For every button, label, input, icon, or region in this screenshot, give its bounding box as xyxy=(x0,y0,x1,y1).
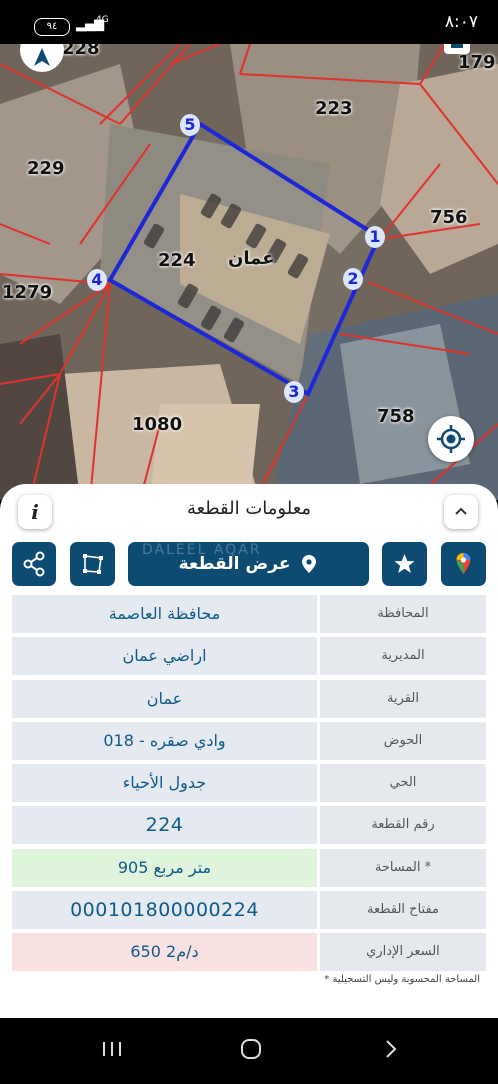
footnote: * المساحة المحسوبة وليس التسجيلية xyxy=(324,974,480,985)
network-type: 4G xyxy=(96,15,109,25)
row-value: 650 د/م2 xyxy=(12,933,317,972)
vertex-marker: 4 xyxy=(87,269,107,291)
row-label: المساحة * xyxy=(320,848,486,887)
parcel-number-label: 223 xyxy=(315,98,353,119)
info-row-plot-number: 224 رقم القطعة xyxy=(12,806,486,845)
star-icon xyxy=(394,554,415,573)
row-value: 224 xyxy=(12,806,317,845)
crosshair-icon xyxy=(437,425,465,453)
back-button[interactable] xyxy=(361,1018,421,1080)
info-row-admin-price: 650 د/م2 السعر الإداري xyxy=(12,933,486,972)
info-row-plot-key: 000101800000224 مفتاح القطعة xyxy=(12,891,486,930)
parcel-number-label: 228 xyxy=(62,44,100,59)
navigation-arrow-icon xyxy=(34,48,50,66)
battery-indicator: ٩٤ xyxy=(34,18,70,36)
vertex-marker: 1 xyxy=(365,226,385,248)
row-label: القرية xyxy=(320,679,486,718)
draw-polygon-button[interactable] xyxy=(70,542,115,586)
sheet-title: معلومات القطعة xyxy=(186,498,312,519)
parcel-number-label: 1080 xyxy=(132,414,183,435)
info-row-neighborhood: جدول الأحياء الحي xyxy=(12,764,486,803)
recent-apps-button[interactable] xyxy=(82,1018,142,1080)
plot-info-sheet: i معلومات القطعة عرض القطعة DALEEL AQAR xyxy=(0,484,498,1020)
row-value: 000101800000224 xyxy=(12,891,317,930)
back-arrow-icon xyxy=(386,1040,397,1058)
share-button[interactable] xyxy=(12,542,56,586)
row-label: المديرية xyxy=(320,637,486,676)
parcel-number-label: 224 xyxy=(158,250,196,271)
show-plot-label: عرض القطعة xyxy=(178,554,291,574)
parcel-number-label: 229 xyxy=(27,158,65,179)
parcel-number-label: 758 xyxy=(377,406,415,427)
system-nav-bar xyxy=(0,1018,498,1080)
satellite-map[interactable] xyxy=(0,44,498,500)
row-label: الحوض xyxy=(320,721,486,760)
row-label: المحافظة xyxy=(320,595,486,633)
row-label: مفتاح القطعة xyxy=(320,891,486,930)
row-value: جدول الأحياء xyxy=(12,764,317,803)
show-plot-button[interactable]: عرض القطعة xyxy=(128,542,369,586)
info-row-directorate: اراضي عمان المديرية xyxy=(12,637,486,676)
row-value: وادي صقره - 018 xyxy=(12,721,317,760)
row-value: محافظة العاصمة xyxy=(12,595,317,633)
parcel-number-label: 1279 xyxy=(2,282,53,303)
bottom-bar-edge xyxy=(0,1000,498,1020)
info-row-basin: وادي صقره - 018 الحوض xyxy=(12,721,486,760)
polygon-icon xyxy=(83,554,103,574)
compass-button[interactable] xyxy=(20,44,64,72)
row-value: 905 متر مربع xyxy=(12,848,317,887)
row-label: رقم القطعة xyxy=(320,806,486,845)
my-location-button[interactable] xyxy=(428,416,474,462)
vertex-marker: 5 xyxy=(180,114,200,136)
info-row-village: عمان القرية xyxy=(12,679,486,718)
home-button[interactable] xyxy=(221,1018,281,1080)
map-view[interactable]: 228 179 223 229 756 224 عمان 1279 758 10… xyxy=(0,44,498,500)
info-row-area: 905 متر مربع المساحة * xyxy=(12,848,486,887)
favorite-button[interactable] xyxy=(382,542,427,586)
info-row-governorate: محافظة العاصمة المحافظة xyxy=(12,595,486,633)
google-maps-button[interactable] xyxy=(441,542,486,586)
recent-apps-icon xyxy=(103,1042,121,1056)
collapse-button[interactable] xyxy=(444,495,478,529)
vertex-marker: 3 xyxy=(284,381,304,403)
row-value: اراضي عمان xyxy=(12,637,317,676)
clock: ٨:٠٧ xyxy=(444,12,478,32)
parcel-number-label: 179 xyxy=(458,52,496,73)
row-label: السعر الإداري xyxy=(320,933,486,972)
location-pin-icon xyxy=(302,555,317,573)
vertex-marker: 2 xyxy=(343,268,363,290)
info-table: محافظة العاصمة المحافظة اراضي عمان المدي… xyxy=(12,595,486,976)
chevron-up-icon xyxy=(455,507,467,515)
google-maps-icon xyxy=(456,553,471,574)
status-bar: ٩٤ ▂▄▆ 4G ٨:٠٧ xyxy=(0,0,498,44)
locality-label: عمان xyxy=(228,248,275,269)
parcel-number-label: 756 xyxy=(430,207,468,228)
layers-icon[interactable] xyxy=(444,44,470,54)
row-value: عمان xyxy=(12,679,317,718)
share-icon xyxy=(23,551,45,577)
row-label: الحي xyxy=(320,764,486,803)
home-icon xyxy=(241,1039,261,1059)
